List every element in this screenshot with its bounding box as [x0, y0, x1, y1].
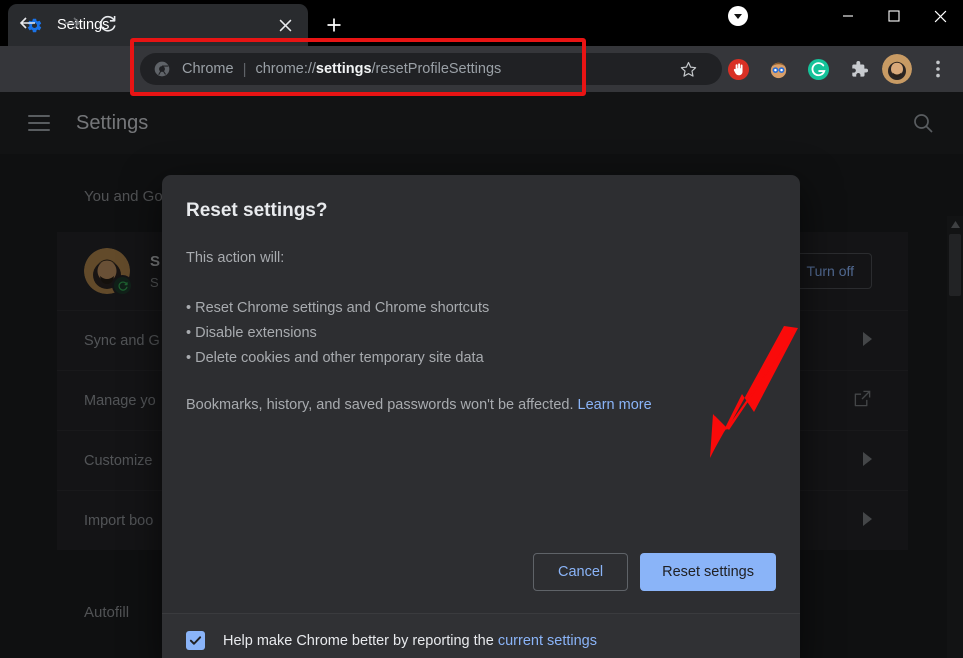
learn-more-link[interactable]: Learn more: [578, 397, 652, 413]
tab-settings[interactable]: Settings: [8, 4, 308, 46]
reload-button[interactable]: [92, 7, 124, 39]
dialog-footer-label: Help make Chrome better by reporting the…: [223, 633, 597, 649]
close-icon[interactable]: [272, 12, 298, 38]
character-extension-icon[interactable]: [764, 55, 792, 83]
tab-title: Settings: [57, 17, 272, 33]
avatar[interactable]: [882, 54, 912, 84]
forward-button: [56, 7, 88, 39]
download-indicator-icon[interactable]: [728, 6, 748, 26]
reset-settings-button[interactable]: Reset settings: [640, 553, 776, 591]
security-chip-label: Chrome: [182, 61, 234, 77]
dialog-footer: Help make Chrome better by reporting the…: [162, 613, 800, 658]
back-button[interactable]: [12, 7, 44, 39]
report-settings-checkbox[interactable]: [186, 631, 205, 650]
tab-strip: Settings: [0, 0, 963, 46]
puzzle-extensions-icon[interactable]: [844, 55, 872, 83]
current-settings-link[interactable]: current settings: [498, 633, 597, 649]
adblock-icon[interactable]: [724, 55, 752, 83]
dialog-lead-text: This action will:: [186, 250, 776, 266]
settings-page: Settings You and Goo: [0, 92, 963, 658]
footer-text: Help make Chrome better by reporting the: [223, 633, 494, 649]
url-bold-segment: settings: [316, 61, 372, 77]
list-item: • Reset Chrome settings and Chrome short…: [186, 296, 776, 321]
new-tab-button[interactable]: [318, 9, 350, 41]
omnibox-url: chrome://settings/resetProfileSettings: [255, 61, 501, 77]
dialog-body: Reset settings? This action will: • Rese…: [162, 175, 800, 527]
address-bar[interactable]: Chrome | chrome://settings/resetProfileS…: [140, 53, 722, 85]
window-controls: [825, 0, 963, 46]
list-item: • Disable extensions: [186, 321, 776, 346]
dialog-note-text: Bookmarks, history, and saved passwords …: [186, 397, 574, 413]
bookmark-star-icon[interactable]: [672, 53, 704, 85]
url-suffix: /resetProfileSettings: [372, 61, 502, 77]
reset-settings-dialog: Reset settings? This action will: • Rese…: [162, 175, 800, 658]
minimize-button[interactable]: [825, 0, 871, 32]
dialog-title: Reset settings?: [186, 200, 776, 222]
omnibox-separator: |: [243, 61, 247, 78]
url-prefix: chrome://: [255, 61, 315, 77]
dialog-note: Bookmarks, history, and saved passwords …: [186, 397, 776, 413]
cancel-button[interactable]: Cancel: [533, 553, 628, 591]
chrome-menu-button[interactable]: [922, 53, 954, 85]
browser-window: Settings: [0, 0, 963, 658]
grammarly-icon[interactable]: [804, 55, 832, 83]
chrome-icon: [154, 61, 170, 77]
dialog-actions: Cancel Reset settings: [162, 527, 800, 613]
maximize-button[interactable]: [871, 0, 917, 32]
list-item: • Delete cookies and other temporary sit…: [186, 346, 776, 371]
dialog-bullet-list: • Reset Chrome settings and Chrome short…: [186, 296, 776, 371]
close-button[interactable]: [917, 0, 963, 32]
